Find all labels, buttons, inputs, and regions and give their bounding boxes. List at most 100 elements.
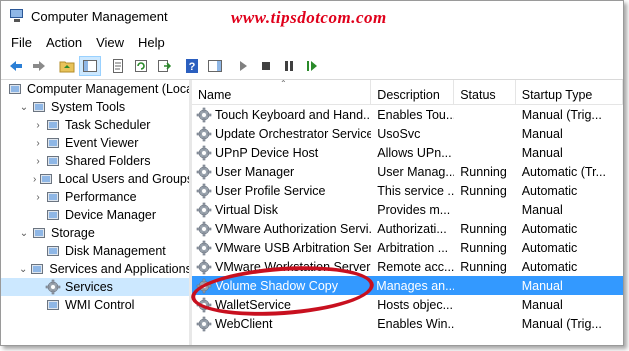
gear-icon: [45, 279, 61, 295]
storage-icon: [31, 225, 47, 241]
service-row[interactable]: VMware Workstation Server Remote acc... Ru…: [192, 257, 623, 276]
expand-arrow-icon[interactable]: ⌄: [19, 264, 27, 275]
start-service-button[interactable]: [232, 56, 254, 76]
gear-icon: [196, 278, 212, 293]
gear-icon: [196, 126, 212, 141]
menu-view[interactable]: View: [90, 35, 132, 50]
tree-item-storage[interactable]: ⌄ Storage: [1, 224, 189, 242]
service-name-cell: Touch Keyboard and Hand...: [192, 107, 371, 123]
service-description: Hosts objec...: [377, 297, 454, 312]
tree-item-wmi-control[interactable]: WMI Control: [1, 296, 189, 314]
service-row[interactable]: UPnP Device Host Allows UPn... Manual: [192, 143, 623, 162]
collapse-arrow-icon[interactable]: ›: [33, 174, 36, 185]
gear-icon: [196, 107, 212, 122]
tree-item-label: Computer Management (Local: [27, 82, 192, 96]
service-startup-type: Manual (Trig...: [521, 107, 602, 122]
event-viewer-icon: [45, 135, 61, 151]
disk-icon: [45, 243, 61, 259]
service-name: WebClient: [215, 316, 273, 331]
pause-service-button[interactable]: [278, 56, 300, 76]
shared-folder-icon: [45, 153, 61, 169]
refresh-button[interactable]: [130, 56, 152, 76]
service-name: Update Orchestrator Service: [215, 126, 372, 141]
service-name: Volume Shadow Copy: [215, 278, 338, 293]
up-folder-button[interactable]: [56, 56, 78, 76]
tree-item-system-tools[interactable]: ⌄ System Tools: [1, 98, 189, 116]
properties-icon: [113, 59, 123, 73]
tree-item-local-users-and-groups[interactable]: › Local Users and Groups: [1, 170, 189, 188]
tree-item-label: Local Users and Groups: [58, 172, 192, 186]
service-row[interactable]: Volume Shadow Copy Manages an... Manual: [192, 276, 623, 295]
back-button[interactable]: [5, 56, 27, 76]
action-pane-button[interactable]: [204, 56, 226, 76]
action-pane-icon: [208, 60, 222, 72]
expand-arrow-icon[interactable]: ⌄: [19, 102, 29, 113]
tree-item-label: Shared Folders: [65, 154, 151, 168]
export-list-icon: [158, 60, 172, 72]
tree-item-performance[interactable]: › Performance: [1, 188, 189, 206]
collapse-arrow-icon[interactable]: ›: [33, 156, 43, 167]
service-name: User Manager: [215, 164, 295, 179]
stop-service-button[interactable]: [255, 56, 277, 76]
tree-item-label: System Tools: [51, 100, 126, 114]
service-row[interactable]: Touch Keyboard and Hand... Enables Tou...…: [192, 105, 623, 124]
service-description: Manages an...: [376, 278, 455, 293]
service-startup-type: Manual: [521, 202, 563, 217]
computer-management-window: Computer Management www.tipsdotcom.com F…: [0, 0, 624, 346]
menu-help[interactable]: Help: [132, 35, 173, 50]
users-icon: [38, 171, 54, 187]
tree-item-event-viewer[interactable]: › Event Viewer: [1, 134, 189, 152]
service-row[interactable]: Virtual Disk Provides m... Manual: [192, 200, 623, 219]
help-button[interactable]: ?: [181, 56, 203, 76]
service-description: Enables Tou...: [377, 107, 455, 122]
collapse-arrow-icon[interactable]: ›: [33, 120, 43, 131]
service-row[interactable]: VMware Authorization Servi... Authorizati…: [192, 219, 623, 238]
service-startup-type: Manual: [521, 126, 563, 141]
main-content: Computer Management (Local ⌄ System Tools ›…: [1, 80, 623, 345]
tree-item-disk-management[interactable]: Disk Management: [1, 242, 189, 260]
tree-item-task-scheduler[interactable]: › Task Scheduler: [1, 116, 189, 134]
service-startup-type: Automatic: [521, 183, 578, 198]
menu-file[interactable]: File: [5, 35, 40, 50]
computer-management-icon: [9, 9, 25, 23]
navigation-tree: Computer Management (Local ⌄ System Tools ›…: [1, 80, 192, 345]
tree-item-shared-folders[interactable]: › Shared Folders: [1, 152, 189, 170]
service-row[interactable]: Update Orchestrator Service UsoSvc Manual: [192, 124, 623, 143]
menu-action[interactable]: Action: [40, 35, 90, 50]
tree-item-services-and-applications[interactable]: ⌄ Services and Applications: [1, 260, 189, 278]
tree-item-computer-management-local[interactable]: Computer Management (Local: [1, 80, 189, 98]
toolbar: ?: [1, 53, 623, 80]
properties-button[interactable]: [107, 56, 129, 76]
column-header-status[interactable]: Status: [454, 80, 516, 104]
service-row[interactable]: WalletService Hosts objec... Manual: [192, 295, 623, 314]
service-name: VMware USB Arbitration Ser...: [215, 240, 372, 255]
collapse-arrow-icon[interactable]: ›: [33, 138, 43, 149]
service-row[interactable]: User Profile Service This service ... Runn…: [192, 181, 623, 200]
restart-service-button[interactable]: [301, 56, 323, 76]
services-rows: Touch Keyboard and Hand... Enables Tou...…: [192, 105, 623, 333]
forward-button[interactable]: [28, 56, 50, 76]
service-startup-type: Manual: [521, 297, 563, 312]
column-header-description[interactable]: Description: [371, 80, 455, 104]
service-row[interactable]: User Manager User Manag... Running Automati…: [192, 162, 623, 181]
service-row[interactable]: VMware USB Arbitration Ser... Arbitration…: [192, 238, 623, 257]
show-hide-tree-button[interactable]: [79, 56, 101, 76]
stop-service-icon: [262, 62, 270, 70]
tree-item-device-manager[interactable]: Device Manager: [1, 206, 189, 224]
expand-arrow-icon[interactable]: ⌄: [19, 228, 29, 239]
service-startup-type: Automatic (Tr...: [521, 164, 606, 179]
service-status: Running: [460, 183, 507, 198]
service-description: UsoSvc: [377, 126, 421, 141]
collapse-arrow-icon[interactable]: ›: [33, 192, 43, 203]
gear-icon: [196, 145, 212, 160]
column-header-startup-type[interactable]: Startup Type: [516, 80, 623, 104]
service-name-cell: Virtual Disk: [192, 202, 371, 218]
service-row[interactable]: WebClient Enables Win... Manual (Trig...: [192, 314, 623, 333]
tree-item-label: Services: [65, 280, 113, 294]
device-manager-icon: [45, 207, 61, 223]
tree-item-services[interactable]: Services: [1, 278, 189, 296]
export-list-button[interactable]: [153, 56, 175, 76]
gear-icon: [196, 316, 212, 331]
computer-icon: [7, 81, 23, 97]
back-icon: [10, 61, 22, 71]
